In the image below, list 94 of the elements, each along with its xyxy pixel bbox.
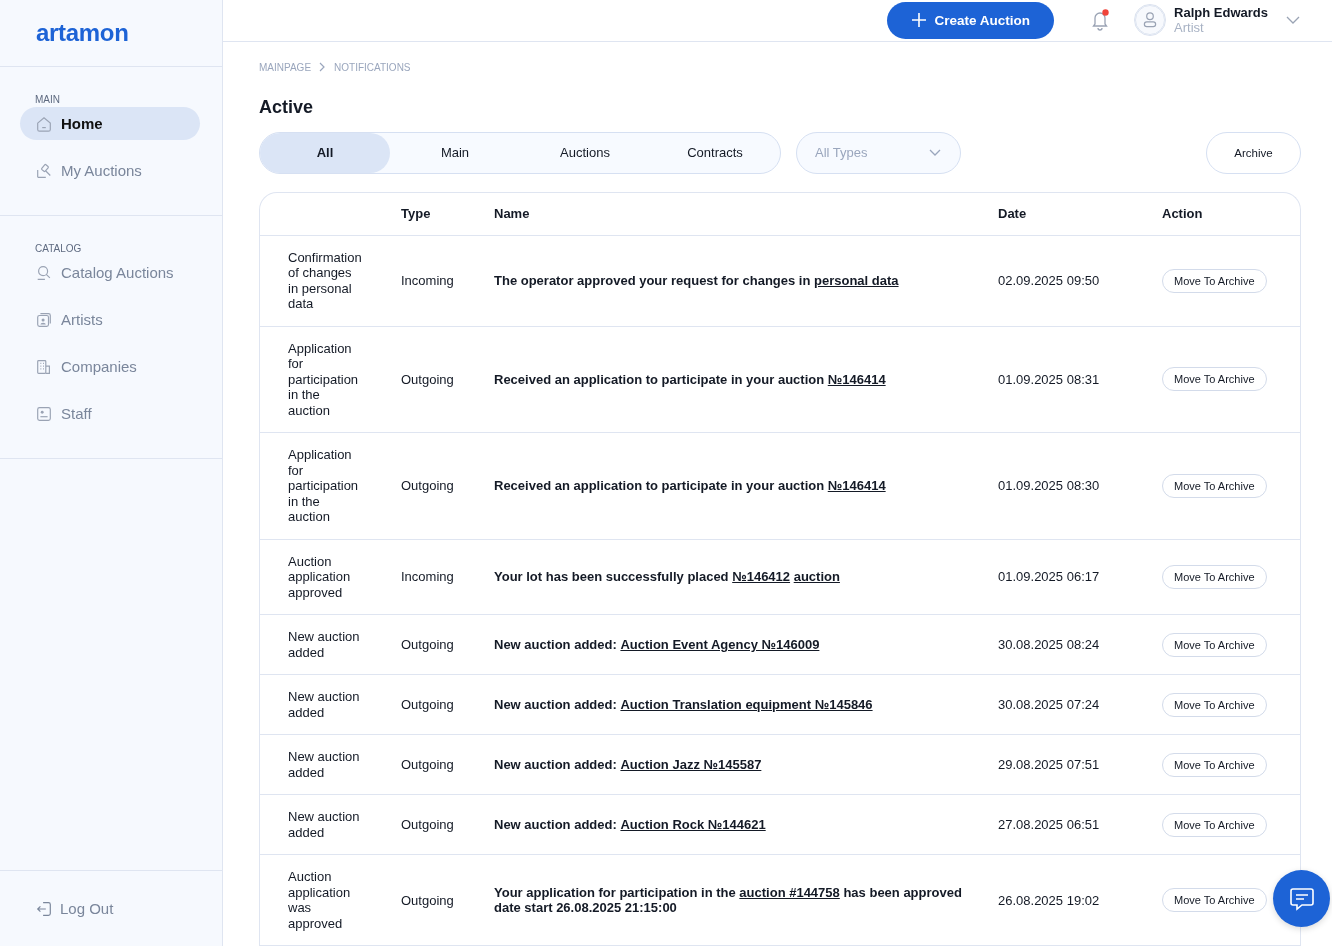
notification-link[interactable]: Auction Jazz №145587 bbox=[620, 757, 762, 772]
type-cell: Incoming bbox=[401, 273, 454, 288]
notification-text: The operator approved your request for changes in personal data bbox=[494, 273, 900, 288]
date-cell: 30.08.2025 08:24 bbox=[998, 637, 1100, 652]
subject-cell-text: Auction application approved bbox=[288, 552, 352, 602]
user-role: Artist bbox=[1174, 20, 1205, 36]
date-cell: 30.08.2025 07:24 bbox=[998, 697, 1100, 712]
logout-link[interactable]: Log Out bbox=[35, 899, 114, 918]
type-dropdown[interactable]: All Types bbox=[796, 131, 961, 174]
notification-link[interactable]: №146414 bbox=[827, 371, 886, 387]
notification-link[interactable]: №146412 bbox=[732, 569, 791, 585]
move-to-archive-button[interactable]: Move To Archive bbox=[1162, 888, 1267, 912]
filter-tab[interactable]: Auctions bbox=[520, 132, 650, 173]
home-icon bbox=[35, 114, 53, 133]
date-cell: 29.08.2025 07:51 bbox=[998, 757, 1100, 772]
column-header: Action bbox=[1162, 206, 1203, 221]
move-to-archive-button[interactable]: Move To Archive bbox=[1162, 752, 1267, 777]
notification-text: Received an application to participate in your auction №146414 bbox=[494, 371, 887, 387]
notification-text: New auction added: Auction Translation equipment №145846 bbox=[494, 697, 874, 712]
notification-link[interactable]: Auction Event Agency №146009 bbox=[620, 637, 820, 652]
subject-cell-text: Application for participation in the auction bbox=[288, 446, 360, 526]
notification-text: New auction added: Auction Event Agency №146009 bbox=[494, 637, 821, 652]
subject-cell-text: New auction added bbox=[288, 628, 361, 662]
breadcrumb-current: NOTIFICATIONS bbox=[334, 61, 411, 73]
type-cell: Outgoing bbox=[401, 757, 454, 772]
notification-text: Your application for participation in the auction #144758 has been approved date start 26.08.2025 21:15:00 bbox=[494, 885, 963, 915]
column-header: Type bbox=[401, 206, 431, 221]
subject-cell-text: Auction application was approved bbox=[288, 868, 352, 933]
notification-link[interactable]: Auction Translation equipment №145846 bbox=[620, 697, 873, 712]
user-name: Ralph Edwards bbox=[1174, 5, 1268, 21]
logout-icon bbox=[35, 899, 53, 918]
subject-cell-text: Confirmation of changes in personal data bbox=[288, 248, 363, 313]
page-title: Active bbox=[259, 96, 314, 118]
date-cell: 01.09.2025 06:17 bbox=[998, 569, 1100, 585]
person-card-icon bbox=[35, 310, 53, 329]
notification-link[interactable]: personal data bbox=[814, 273, 899, 288]
sidebar-item[interactable]: Staff bbox=[20, 397, 200, 430]
column-header: Date bbox=[998, 206, 1027, 221]
type-cell: Outgoing bbox=[401, 697, 454, 712]
notification-link[interactable]: №146414 bbox=[827, 478, 886, 494]
search-icon bbox=[35, 263, 53, 282]
move-to-archive-button[interactable]: Move To Archive bbox=[1162, 473, 1267, 498]
subject-cell-text: New auction added bbox=[288, 688, 361, 722]
gavel-icon bbox=[35, 161, 53, 180]
subject-cell-text: Application for participation in the auction bbox=[288, 339, 360, 420]
archive-button[interactable]: Archive bbox=[1206, 131, 1301, 174]
subject-cell-text: New auction added bbox=[288, 808, 361, 842]
notification-text: Received an application to participate in your auction №146414 bbox=[494, 478, 887, 494]
plus-icon bbox=[910, 12, 927, 29]
filter-tab[interactable]: Contracts bbox=[650, 132, 780, 173]
sidebar-item[interactable]: My Auctions bbox=[20, 154, 200, 187]
chevron-down-icon bbox=[929, 148, 941, 157]
type-cell: Outgoing bbox=[401, 478, 454, 494]
create-auction-button[interactable]: Create Auction bbox=[886, 1, 1055, 39]
type-cell: Incoming bbox=[401, 569, 454, 585]
move-to-archive-button[interactable]: Move To Archive bbox=[1162, 564, 1267, 589]
notification-link[interactable]: auction bbox=[793, 569, 840, 585]
move-to-archive-button[interactable]: Move To Archive bbox=[1162, 268, 1267, 293]
move-to-archive-button[interactable]: Move To Archive bbox=[1162, 812, 1267, 837]
sidebar-item[interactable]: Catalog Auctions bbox=[20, 256, 200, 289]
subject-cell-text: New auction added bbox=[288, 748, 361, 782]
type-cell: Outgoing bbox=[401, 371, 454, 387]
sidebar-item[interactable]: Companies bbox=[20, 350, 200, 383]
notification-link[interactable]: auction #144758 bbox=[739, 885, 840, 900]
id-card-icon bbox=[35, 404, 53, 423]
date-cell: 27.08.2025 06:51 bbox=[998, 817, 1100, 832]
move-to-archive-button[interactable]: Move To Archive bbox=[1162, 632, 1267, 657]
bell-icon[interactable] bbox=[1090, 9, 1111, 32]
avatar-icon[interactable] bbox=[1134, 4, 1167, 37]
chevron-right-icon bbox=[319, 62, 327, 72]
notification-text: New auction added: Auction Rock №144621 bbox=[494, 817, 767, 832]
date-cell: 26.08.2025 19:02 bbox=[998, 892, 1100, 908]
column-header: Name bbox=[494, 206, 530, 221]
date-cell: 02.09.2025 09:50 bbox=[998, 273, 1100, 288]
section-heading: MAIN bbox=[34, 94, 60, 105]
type-cell: Outgoing bbox=[401, 892, 454, 908]
move-to-archive-button[interactable]: Move To Archive bbox=[1162, 367, 1267, 392]
move-to-archive-button[interactable]: Move To Archive bbox=[1162, 692, 1267, 717]
chevron-down-icon[interactable] bbox=[1286, 15, 1300, 26]
filter-tab[interactable]: Main bbox=[390, 132, 520, 173]
notification-text: Your lot has been successfully placed №146412 auction bbox=[494, 569, 841, 585]
logo[interactable]: artamon bbox=[36, 19, 129, 47]
sidebar-item[interactable]: Artists bbox=[20, 303, 200, 336]
filter-tab[interactable]: All bbox=[260, 132, 390, 173]
date-cell: 01.09.2025 08:30 bbox=[998, 478, 1100, 494]
building-icon bbox=[35, 357, 53, 376]
section-heading: CATALOG bbox=[34, 243, 82, 254]
type-cell: Outgoing bbox=[401, 817, 454, 832]
sidebar-item[interactable]: Home bbox=[20, 107, 200, 140]
notification-link[interactable]: Auction Rock №144621 bbox=[620, 817, 766, 832]
chat-button[interactable] bbox=[1273, 870, 1330, 927]
type-cell: Outgoing bbox=[401, 637, 454, 652]
date-cell: 01.09.2025 08:31 bbox=[998, 371, 1100, 387]
notification-text: New auction added: Auction Jazz №145587 bbox=[494, 757, 763, 772]
